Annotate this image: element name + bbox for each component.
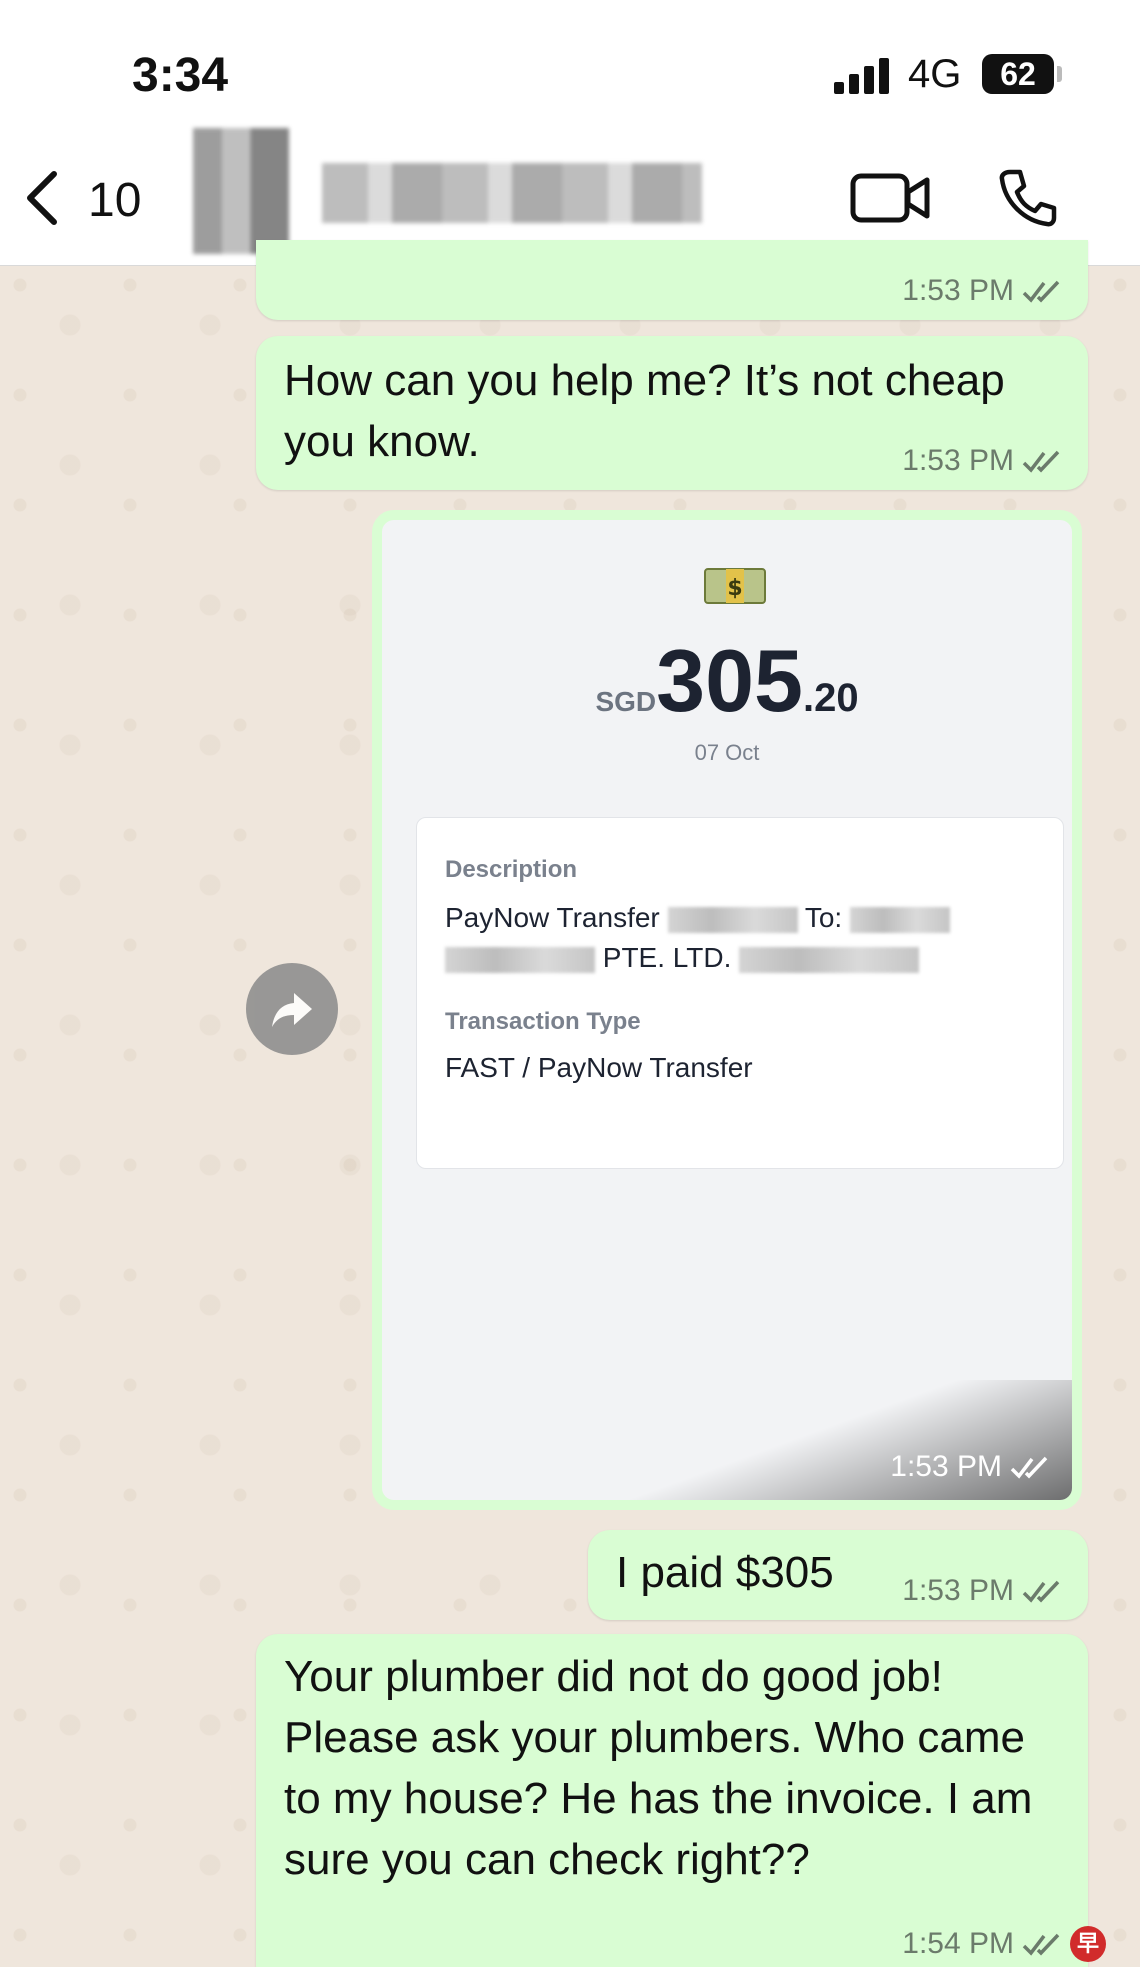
message-text: Your plumber did not do good job! Please…: [284, 1652, 1033, 1884]
double-check-icon: [1022, 1580, 1060, 1603]
message-time: 1:53 PM: [902, 274, 1014, 307]
message-bubble[interactable]: I paid $305 1:53 PM: [588, 1530, 1088, 1620]
status-time: 3:34: [132, 49, 229, 102]
message-text: I paid $305: [616, 1548, 834, 1597]
avatar[interactable]: [193, 128, 289, 254]
transaction-card: Description PayNow Transfer To: PTE. LTD…: [416, 817, 1064, 1169]
double-check-icon: [1022, 280, 1060, 303]
money-icon: $: [704, 568, 766, 604]
amount: SGD305.20: [382, 630, 1072, 732]
contact-name[interactable]: [322, 163, 702, 223]
double-check-icon: [1022, 450, 1060, 473]
message-bubble[interactable]: Your plumber did not do good job! Please…: [256, 1634, 1088, 1967]
transaction-type-label: Transaction Type: [445, 1008, 641, 1035]
back-unread-count[interactable]: 10: [88, 173, 141, 228]
message-meta: 1:54 PM: [902, 1927, 1062, 1961]
svg-text:$: $: [727, 576, 742, 601]
message-meta: 1:53 PM: [902, 1574, 1062, 1608]
double-check-icon: [1010, 1456, 1048, 1479]
amount-value: 305: [656, 631, 803, 730]
message-time: 1:53 PM: [902, 1574, 1014, 1607]
description-line-2: PTE. LTD.: [445, 942, 920, 974]
network-type: 4G: [908, 52, 962, 96]
signal-icon: [834, 58, 890, 94]
receipt-image-message[interactable]: $ SGD305.20 07 Oct Description PayNow Tr…: [372, 510, 1082, 1510]
message-meta: 1:53 PM: [890, 1450, 1050, 1484]
message-meta: 1:53 PM: [902, 274, 1062, 308]
video-call-icon[interactable]: [850, 170, 930, 226]
description-label: Description: [445, 856, 578, 883]
forward-button[interactable]: [246, 963, 338, 1055]
message-time: 1:53 PM: [890, 1450, 1002, 1483]
message-bubble[interactable]: 1:53 PM: [256, 240, 1088, 320]
back-icon[interactable]: [22, 168, 62, 228]
currency: SGD: [595, 686, 657, 717]
battery-tip: [1057, 66, 1062, 82]
amount-decimals: .20: [802, 676, 859, 720]
description-line-1: PayNow Transfer To:: [445, 902, 950, 934]
message-meta: 1:53 PM: [902, 444, 1062, 478]
message-bubble[interactable]: How can you help me? It’s not cheap you …: [256, 336, 1088, 490]
chat-header: 3:34 4G 62 10: [0, 0, 1140, 266]
battery-icon: 62: [982, 54, 1054, 94]
double-check-icon: [1022, 1933, 1060, 1956]
phone-call-icon[interactable]: [996, 166, 1060, 230]
message-time: 1:54 PM: [902, 1927, 1014, 1960]
forward-icon: [272, 993, 312, 1027]
message-time: 1:53 PM: [902, 444, 1014, 477]
watermark-badge: 早: [1070, 1926, 1106, 1962]
transfer-date: 07 Oct: [694, 740, 760, 765]
transaction-type-value: FAST / PayNow Transfer: [445, 1052, 753, 1083]
